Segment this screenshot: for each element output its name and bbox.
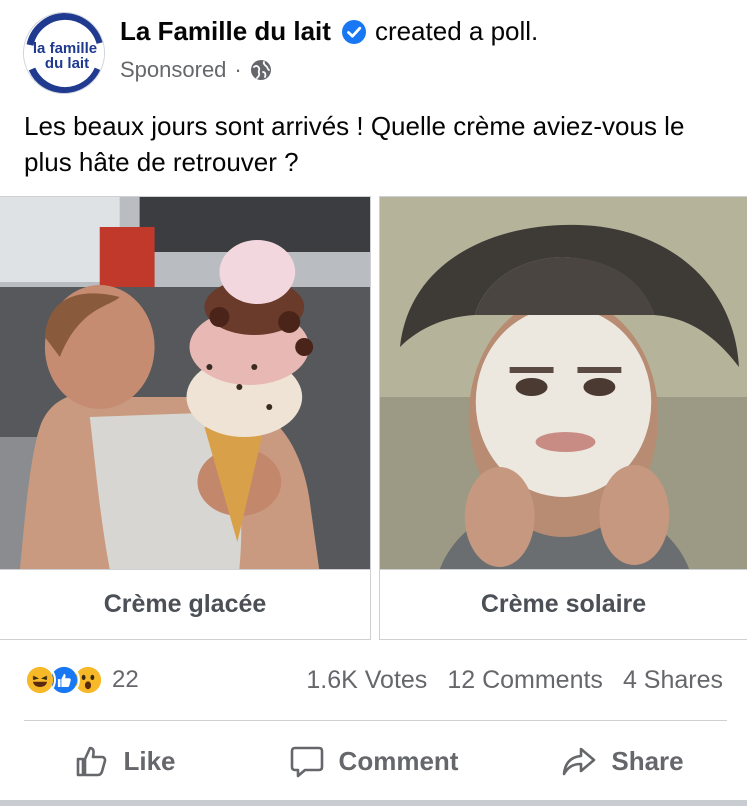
poll-option-label: Crème glacée bbox=[0, 569, 370, 639]
comment-button[interactable]: Comment bbox=[249, 722, 498, 800]
thumbs-up-icon bbox=[77, 746, 107, 777]
post-stats: 1.6K Votes 12 Comments 4 Shares bbox=[306, 666, 723, 695]
feed-separator bbox=[0, 800, 747, 806]
verified-badge-icon bbox=[341, 19, 366, 44]
reaction-count: 22 bbox=[112, 666, 139, 693]
poll-option-label: Crème solaire bbox=[380, 569, 747, 639]
share-arrow-icon bbox=[563, 747, 596, 776]
engagement-counts: 22 1.6K Votes 12 Comments 4 Shares bbox=[0, 652, 747, 712]
post-meta: Sponsored · bbox=[120, 57, 272, 83]
speech-bubble-icon bbox=[290, 746, 323, 778]
shares-count[interactable]: 4 Shares bbox=[623, 666, 723, 695]
post-action-bar: Like Comment Share bbox=[0, 722, 747, 800]
share-label: Share bbox=[611, 745, 684, 776]
share-button[interactable]: Share bbox=[498, 722, 747, 800]
reactions-summary[interactable]: 22 bbox=[24, 664, 139, 696]
sponsored-label[interactable]: Sponsored bbox=[120, 57, 226, 83]
like-label: Like bbox=[123, 745, 176, 776]
poll-image-ice-cream bbox=[0, 197, 370, 569]
divider bbox=[24, 720, 727, 721]
comment-label: Comment bbox=[338, 745, 459, 776]
post-action-text: created a poll. bbox=[374, 16, 539, 46]
page-name-link[interactable]: La Famille du lait bbox=[120, 16, 331, 47]
poll-option-creme-glacee[interactable]: Crème glacée bbox=[0, 196, 371, 640]
post-header: la famille du lait La Famille du lait cr… bbox=[0, 0, 747, 100]
la-famille-du-lait-logo: la famille du lait bbox=[24, 13, 104, 93]
logo-line-2: du lait bbox=[45, 55, 89, 72]
poll-image-sunscreen bbox=[380, 197, 747, 569]
poll: Crème glacée Crème solaire bbox=[0, 196, 747, 640]
comments-count[interactable]: 12 Comments bbox=[447, 666, 603, 695]
page-avatar[interactable]: la famille du lait bbox=[23, 12, 105, 94]
meta-separator: · bbox=[234, 57, 242, 82]
votes-count[interactable]: 1.6K Votes bbox=[306, 666, 427, 695]
globe-icon bbox=[250, 60, 271, 80]
like-button[interactable]: Like bbox=[0, 722, 249, 800]
author-line: La Famille du lait created a poll. bbox=[120, 16, 538, 47]
post-text: Les beaux jours sont arrivés ! Quelle cr… bbox=[24, 111, 685, 177]
poll-option-creme-solaire[interactable]: Crème solaire bbox=[379, 196, 747, 640]
haha-icon bbox=[24, 664, 56, 696]
